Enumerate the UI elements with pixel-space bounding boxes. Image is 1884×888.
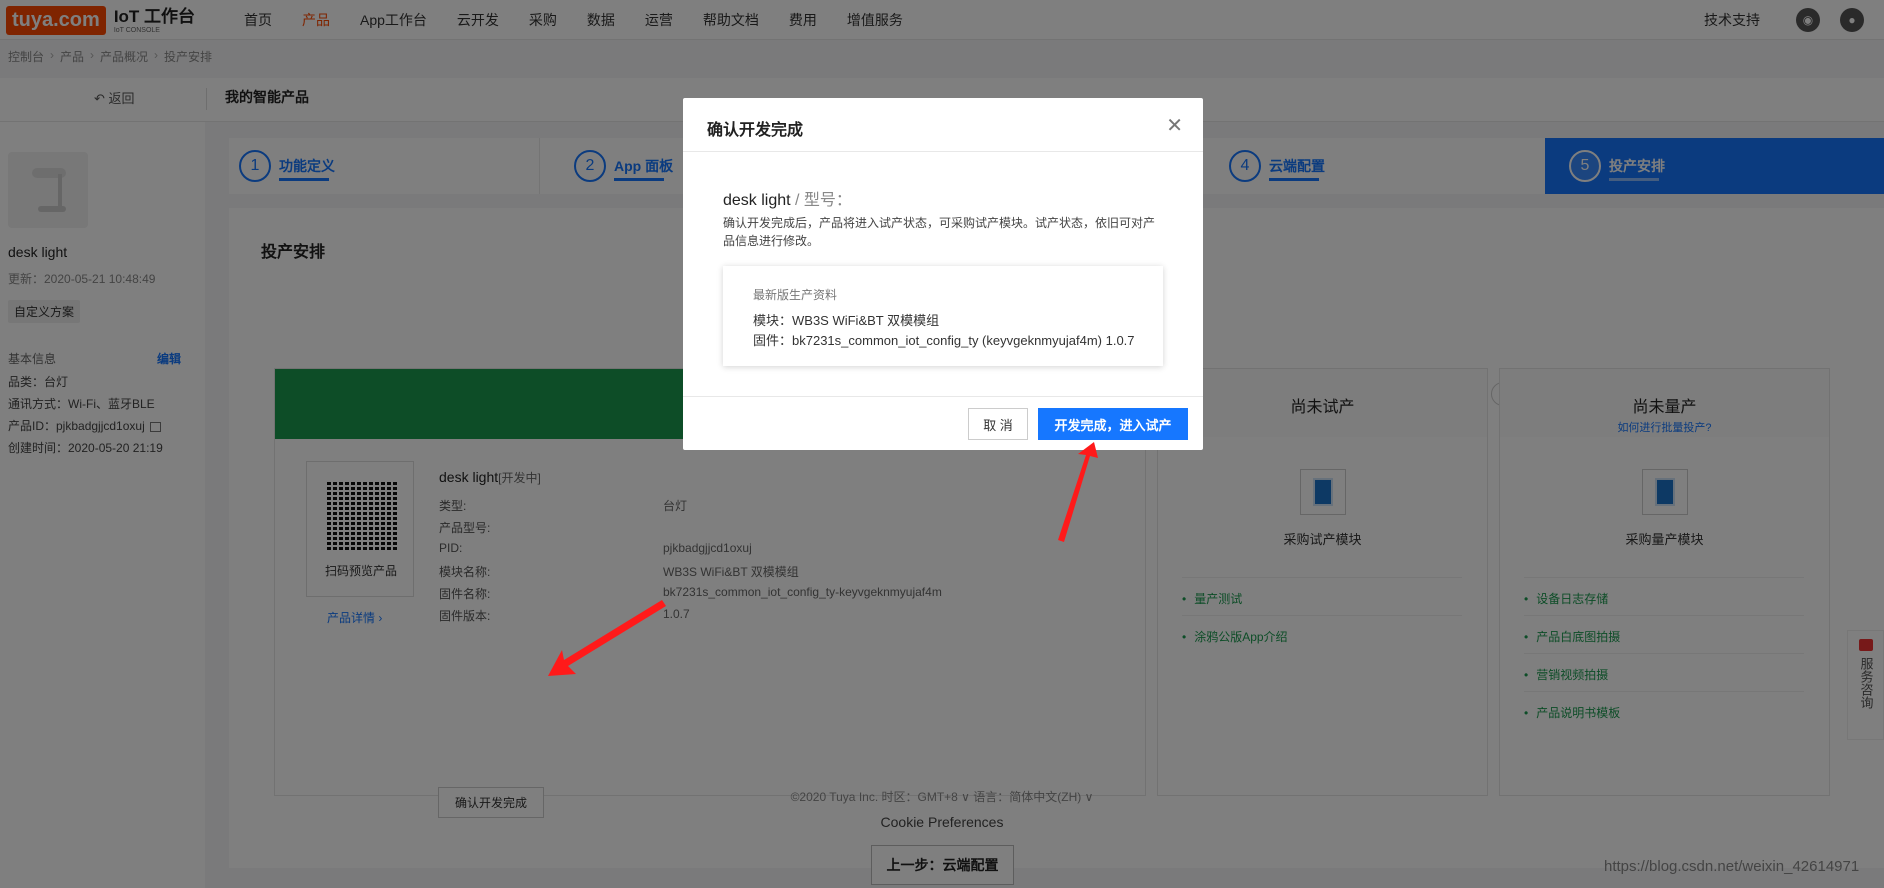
dialog-title: 确认开发完成 — [707, 122, 804, 139]
close-icon[interactable]: ✕ — [1166, 116, 1183, 136]
confirm-dialog: 确认开发完成 ✕ desk light / 型号： 确认开发完成后，产品将进入试… — [683, 98, 1203, 450]
dialog-description: 确认开发完成后，产品将进入试产状态，可采购试产模块。试产状态，依旧可对产品信息进… — [723, 216, 1156, 248]
box-firmware: 固件：bk7231s_common_iot_config_ty (keyvgek… — [753, 333, 1135, 348]
box-module: 模块：WB3S WiFi&BT 双模模组 — [753, 313, 940, 328]
box-title: 最新版生产资料 — [753, 288, 838, 302]
production-info-box: 最新版生产资料 模块：WB3S WiFi&BT 双模模组 固件：bk7231s_… — [723, 266, 1163, 366]
cancel-button[interactable]: 取 消 — [968, 408, 1028, 440]
dialog-product-name: desk light / 型号： — [723, 192, 852, 209]
confirm-trial-button[interactable]: 开发完成，进入试产 — [1038, 408, 1188, 440]
watermark: https://blog.csdn.net/weixin_42614971 — [1604, 858, 1860, 875]
